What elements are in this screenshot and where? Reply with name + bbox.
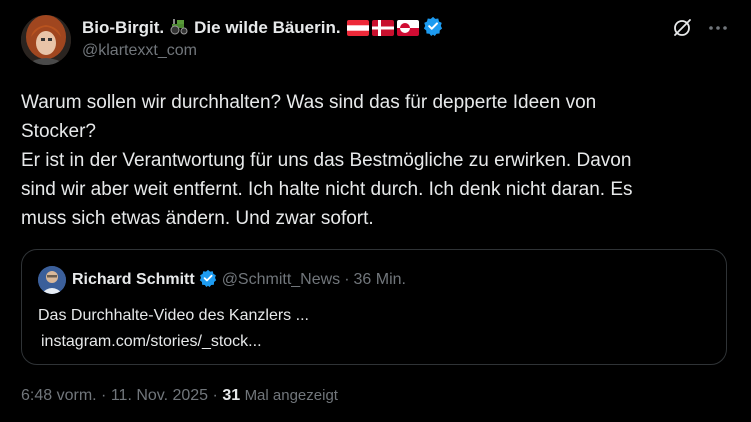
avatar-image (21, 15, 71, 65)
quoted-tweet-text: Das Durchhalte-Video des Kanzlers ... in… (38, 303, 309, 355)
tweet-text-line: muss sich etwas ändern. Und zwar sofort. (21, 208, 374, 229)
quoted-separator: · (344, 271, 350, 288)
tweet-text-line: sind wir aber weit entfernt. Ich halte n… (21, 179, 633, 200)
author-name-suffix[interactable]: Die wilde Bäuerin. (194, 18, 340, 38)
tweet-date[interactable]: 11. Nov. 2025 (111, 387, 208, 404)
quoted-timestamp: 36 Min. (353, 271, 406, 288)
quoted-author-avatar[interactable] (38, 266, 66, 294)
author-display-name[interactable]: Bio-Birgit. (82, 18, 164, 38)
meta-separator: · (212, 387, 218, 404)
greenland-flag-icon (396, 20, 419, 36)
quoted-verified-badge-icon (199, 269, 217, 292)
author-avatar[interactable] (21, 15, 71, 65)
tweet-text-line: Stocker? (21, 121, 96, 142)
tweet-text-line: Warum sollen wir durchhalten? Was sind d… (21, 92, 597, 113)
views-label: Mal angezeigt (244, 387, 338, 404)
top-actions (671, 17, 729, 39)
austria-flag-icon (346, 20, 369, 36)
tweet-text: Warum sollen wir durchhalten? Was sind d… (21, 88, 733, 233)
author-name-row: Bio-Birgit. Die wilde Bäuerin. (82, 16, 443, 40)
denmark-flag-icon (371, 20, 394, 36)
quoted-tweet-header: Richard Schmitt @Schmitt_News · 36 Min. (38, 266, 406, 294)
quoted-author-handle: @Schmitt_News (221, 271, 341, 288)
author-handle[interactable]: @klartexxt_com (82, 42, 443, 60)
quoted-link: instagram.com/stories/_stock... (41, 333, 262, 350)
tweet-header: Bio-Birgit. Die wilde Bäuerin. @klartexx… (82, 16, 443, 60)
tweet-meta: 6:48 vorm. · 11. Nov. 2025 · 31 Mal ange… (21, 387, 338, 405)
views-count: 31 (222, 387, 241, 404)
more-options-icon[interactable] (707, 17, 729, 39)
quoted-text-line: Das Durchhalte-Video des Kanzlers ... (38, 307, 309, 324)
quoted-tweet-card[interactable]: Richard Schmitt @Schmitt_News · 36 Min. … (21, 249, 727, 365)
verified-badge-icon (423, 16, 443, 41)
meta-separator: · (101, 387, 107, 404)
tweet-time[interactable]: 6:48 vorm. (21, 387, 97, 404)
tweet-text-line: Er ist in der Verantwortung für uns das … (21, 150, 632, 171)
grok-icon[interactable] (671, 17, 693, 39)
quoted-author-name: Richard Schmitt (72, 271, 195, 288)
tractor-emoji-icon (169, 17, 189, 40)
